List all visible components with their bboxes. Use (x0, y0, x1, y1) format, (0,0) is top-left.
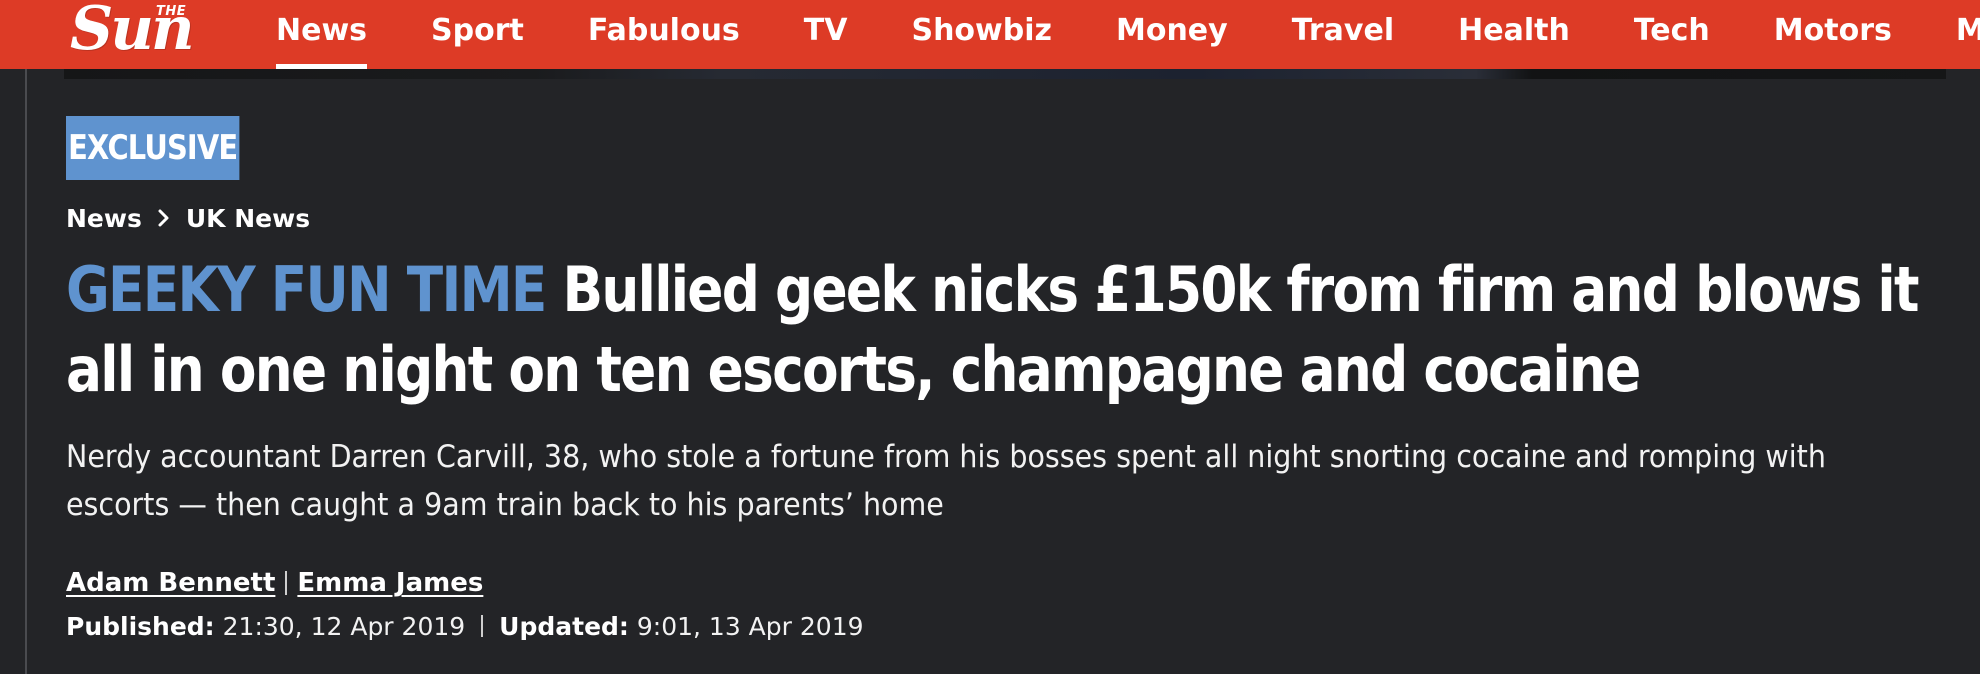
nav-item-tv[interactable]: TV (804, 0, 848, 69)
published-date: 21:30, 12 Apr 2019 (222, 611, 466, 641)
hero-image-edge (64, 69, 1946, 79)
updated-date: 9:01, 13 Apr 2019 (636, 611, 864, 641)
article-standfirst: Nerdy accountant Darren Carvill, 38, who… (66, 439, 1826, 523)
breadcrumb-item-news[interactable]: News (66, 204, 142, 233)
chevron-right-icon (154, 208, 174, 228)
breadcrumb: News UK News (66, 201, 310, 235)
left-divider (25, 69, 27, 674)
nav-item-showbiz[interactable]: Showbiz (911, 0, 1052, 69)
nav-item-motors[interactable]: Motors (1774, 0, 1892, 69)
nav-item-health[interactable]: Health (1458, 0, 1570, 69)
author-link-emma-james[interactable]: Emma James (297, 568, 483, 598)
nav-item-news[interactable]: News (276, 0, 368, 69)
published-label: Published: (66, 611, 215, 641)
nav-item-tech[interactable]: Tech (1634, 0, 1710, 69)
nav-item-money[interactable]: Money (1116, 0, 1228, 69)
nav-item-more[interactable]: More (1956, 0, 1980, 69)
nav-item-sport[interactable]: Sport (431, 0, 524, 69)
date-separator (481, 615, 484, 637)
the-sun-logo[interactable]: THE Sun (70, 0, 240, 69)
author-link-adam-bennett[interactable]: Adam Bennett (66, 568, 275, 598)
main-nav: News Sport Fabulous TV Showbiz Money Tra… (276, 0, 1980, 69)
logo-main-text: Sun (70, 0, 195, 64)
breadcrumb-item-uk-news[interactable]: UK News (186, 204, 310, 233)
article-dates: Published: 21:30, 12 Apr 2019 Updated: 9… (66, 608, 864, 644)
article-headline: GEEKY FUN TIME Bullied geek nicks £150k … (66, 250, 1925, 410)
author-separator (285, 571, 288, 595)
headline-kicker: GEEKY FUN TIME (66, 253, 547, 326)
top-navigation-bar: THE Sun News Sport Fabulous TV Showbiz M… (0, 0, 1980, 69)
author-byline: Adam Bennett Emma James (66, 565, 483, 601)
badge-label: EXCLUSIVE (68, 128, 238, 168)
nav-item-travel[interactable]: Travel (1292, 0, 1394, 69)
nav-item-fabulous[interactable]: Fabulous (588, 0, 740, 69)
updated-label: Updated: (499, 611, 629, 641)
exclusive-badge: EXCLUSIVE (66, 116, 240, 180)
